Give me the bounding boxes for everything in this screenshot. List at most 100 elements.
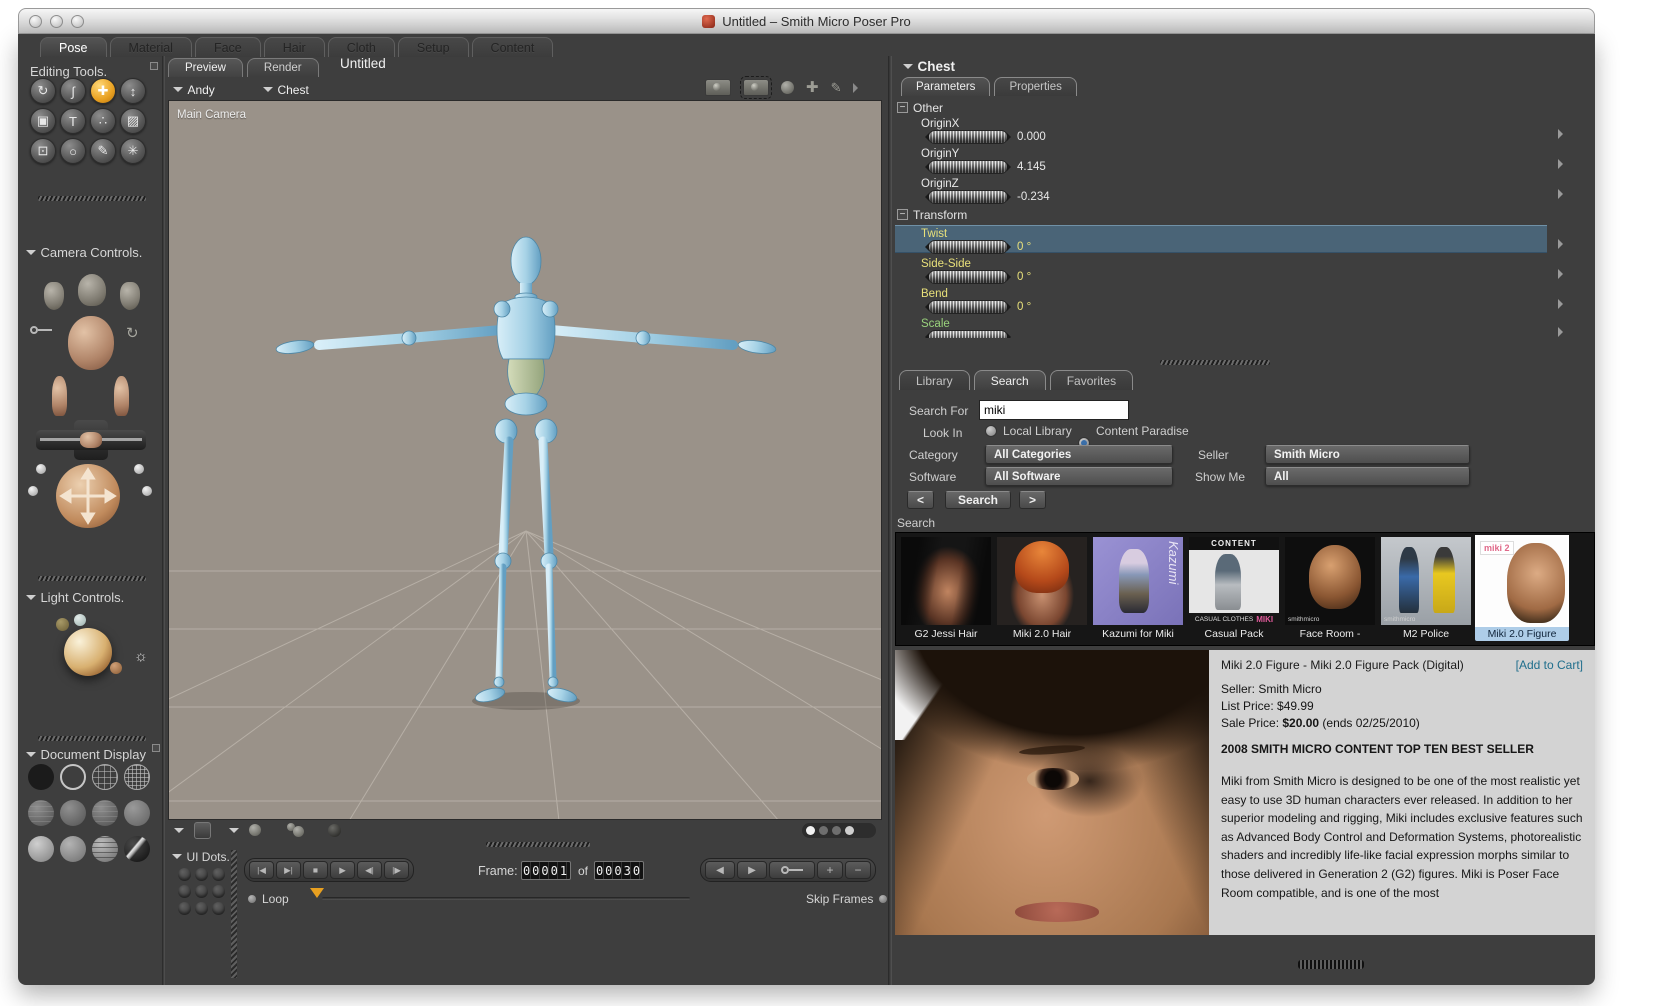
- sidebar-separator-handle[interactable]: [38, 576, 146, 581]
- param-dial-sideside[interactable]: [925, 271, 1011, 283]
- prev-frame-button[interactable]: ◀|: [357, 861, 382, 879]
- scale-tool[interactable]: ▣: [30, 108, 56, 134]
- multi-ball-icon[interactable]: [287, 823, 304, 837]
- sidebar-separator-handle[interactable]: [38, 736, 146, 741]
- add-key-button[interactable]: +: [817, 861, 843, 879]
- param-menu-arrow-icon[interactable]: [1558, 189, 1563, 199]
- ui-dots-header[interactable]: UI Dots.: [172, 848, 230, 866]
- anim-palette-separator-handle[interactable]: [486, 842, 590, 847]
- display-style-dropdown-icon[interactable]: [174, 827, 184, 833]
- search-button[interactable]: Search: [945, 491, 1011, 509]
- display-style-cartoon[interactable]: [124, 800, 150, 826]
- ui-dot[interactable]: [178, 902, 191, 915]
- actor-parameters-header[interactable]: Chest: [903, 58, 955, 76]
- sun-icon[interactable]: ☼: [134, 648, 148, 665]
- tab-cloth[interactable]: Cloth: [327, 37, 395, 57]
- editing-tools-panel-handle[interactable]: [150, 62, 158, 70]
- ui-dot[interactable]: [178, 868, 191, 881]
- radio-local-library-label[interactable]: Local Library: [1003, 424, 1072, 438]
- ui-dot[interactable]: [178, 885, 191, 898]
- light-toggle-icon[interactable]: [781, 81, 794, 94]
- group-collapse-button[interactable]: −: [897, 102, 908, 113]
- prev-page-button[interactable]: <: [907, 491, 934, 509]
- skip-frames-toggle[interactable]: Skip Frames: [806, 892, 888, 906]
- param-dial-bend[interactable]: [925, 301, 1011, 313]
- edit-keyframes-button[interactable]: [769, 861, 815, 879]
- panel-divider[interactable]: [888, 56, 892, 985]
- light-globe-control[interactable]: [64, 628, 112, 676]
- camera-dolly-ball-icon[interactable]: [134, 464, 144, 474]
- color-tool[interactable]: ✎: [90, 138, 116, 164]
- group-collapse-button[interactable]: −: [897, 209, 908, 220]
- loop-toggle[interactable]: Loop: [248, 892, 289, 906]
- param-menu-arrow-icon[interactable]: [1558, 327, 1563, 337]
- chevron-right-icon[interactable]: [853, 82, 859, 93]
- title-bar[interactable]: Untitled – Smith Micro Poser Pro: [18, 8, 1595, 34]
- translate-in-out-tool[interactable]: ↕: [120, 78, 146, 104]
- camera-plane-control[interactable]: [36, 420, 146, 460]
- search-input[interactable]: [979, 400, 1129, 420]
- morphing-tool[interactable]: ✳: [120, 138, 146, 164]
- display-style-button[interactable]: [194, 821, 211, 839]
- light-indicator[interactable]: [56, 618, 69, 631]
- display-style-hidden-line[interactable]: [124, 764, 150, 790]
- ui-dot[interactable]: [212, 902, 225, 915]
- delete-key-button[interactable]: −: [845, 861, 871, 879]
- light-indicator[interactable]: [110, 662, 122, 674]
- camera-view-icon[interactable]: [705, 79, 731, 96]
- param-value[interactable]: 0 °: [1017, 271, 1031, 283]
- display-style-outline[interactable]: [60, 764, 86, 790]
- camera-select-icon[interactable]: [740, 76, 772, 99]
- seller-dropdown[interactable]: Smith Micro: [1265, 445, 1470, 464]
- library-result[interactable]: G2 Jessi Hair: [899, 537, 993, 641]
- document-display-panel-handle[interactable]: [152, 744, 160, 752]
- tab-render[interactable]: Render: [246, 58, 319, 77]
- move-tool-icon[interactable]: ✚: [806, 80, 819, 95]
- library-result-selected[interactable]: miki 2 Miki 2.0 Figure: [1475, 535, 1569, 641]
- camera-trackball-control[interactable]: [56, 464, 120, 528]
- library-result[interactable]: Miki 2.0 Hair: [995, 537, 1089, 641]
- camera-dots-indicator[interactable]: [802, 822, 876, 838]
- param-menu-arrow-icon[interactable]: [1558, 129, 1563, 139]
- tab-search[interactable]: Search: [973, 370, 1046, 390]
- display-style-flat-shaded[interactable]: [60, 800, 86, 826]
- add-to-cart-link[interactable]: [Add to Cart]: [1516, 658, 1583, 672]
- tab-content[interactable]: Content: [471, 37, 554, 57]
- param-dial-originy[interactable]: [925, 161, 1011, 173]
- param-value[interactable]: 4.145: [1017, 161, 1046, 173]
- grouping-tool[interactable]: ▨: [120, 108, 146, 134]
- stop-button[interactable]: ■: [303, 861, 328, 879]
- sidebar-separator-handle[interactable]: [38, 196, 146, 201]
- tab-library[interactable]: Library: [899, 370, 970, 390]
- param-dial-twist[interactable]: [925, 241, 1011, 253]
- light-controls-header[interactable]: Light Controls.: [26, 589, 124, 607]
- twist-tool[interactable]: ∫: [60, 78, 86, 104]
- tab-face[interactable]: Face: [194, 37, 261, 57]
- display-style-shadow-preview[interactable]: [124, 836, 150, 862]
- prev-key-button[interactable]: ◀: [705, 861, 735, 879]
- param-menu-arrow-icon[interactable]: [1558, 269, 1563, 279]
- camera-dolly-ball-icon[interactable]: [28, 486, 38, 496]
- right-posing-camera-icon[interactable]: [114, 376, 129, 416]
- view-magnifier-tool[interactable]: ○: [60, 138, 86, 164]
- left-hand-camera-icon[interactable]: [44, 282, 64, 310]
- camera-dolly-ball-icon[interactable]: [142, 486, 152, 496]
- library-result[interactable]: smithmicro Face Room -: [1283, 537, 1377, 641]
- category-dropdown[interactable]: All Categories: [985, 445, 1173, 464]
- param-value[interactable]: 0 °: [1017, 301, 1031, 313]
- tracking-dropdown-icon[interactable]: [229, 827, 239, 833]
- next-key-button[interactable]: ▶: [737, 861, 767, 879]
- shadow-ball-icon[interactable]: [328, 823, 341, 837]
- first-frame-button[interactable]: |◀: [249, 861, 274, 879]
- param-dial-scale[interactable]: [925, 331, 1011, 338]
- ui-dot[interactable]: [212, 868, 225, 881]
- tab-setup[interactable]: Setup: [397, 37, 469, 57]
- display-style-smooth-lined[interactable]: [60, 836, 86, 862]
- camera-dolly-ball-icon[interactable]: [36, 464, 46, 474]
- ui-dot[interactable]: [195, 885, 208, 898]
- display-style-lit-wireframe[interactable]: [28, 800, 54, 826]
- param-dial-originx[interactable]: [925, 131, 1011, 143]
- head-camera-icon[interactable]: [68, 316, 114, 370]
- library-result[interactable]: Kazumi Kazumi for Miki: [1091, 537, 1185, 641]
- param-value[interactable]: -0.234: [1017, 191, 1050, 203]
